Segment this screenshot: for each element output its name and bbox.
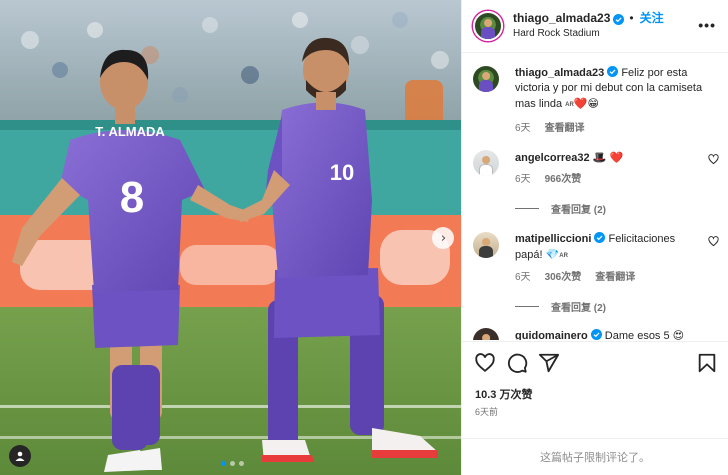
comment-age: 6天 xyxy=(515,272,531,283)
verified-badge-icon xyxy=(607,66,619,77)
caption-age: 6天 xyxy=(515,123,531,134)
jersey-number-left: 8 xyxy=(120,173,144,222)
avatar[interactable] xyxy=(473,232,499,258)
comment-icon[interactable] xyxy=(506,352,528,374)
carousel-next-button[interactable]: › xyxy=(432,227,454,249)
bookmark-icon[interactable] xyxy=(696,352,718,374)
carousel-indicator xyxy=(221,461,244,466)
comment-likes[interactable]: 966次赞 xyxy=(545,172,582,187)
share-icon[interactable] xyxy=(538,352,560,374)
carousel-dot xyxy=(221,461,226,466)
view-replies-link[interactable]: 查看回复 (2) xyxy=(515,201,723,216)
post-author-username[interactable]: thiago_almada23 xyxy=(513,12,610,26)
avatar[interactable] xyxy=(473,66,499,92)
verified-badge-icon xyxy=(613,13,625,25)
comment-emoji: 😍 xyxy=(672,329,685,340)
view-replies-link[interactable]: 查看回复 (2) xyxy=(515,299,723,314)
post-sidebar: thiago_almada23 • 关注 Hard Rock Stadium •… xyxy=(461,0,728,475)
comment-likes[interactable]: 306次赞 xyxy=(545,270,582,285)
comment-age: 6天 xyxy=(515,174,531,185)
heart-icon[interactable] xyxy=(708,236,719,247)
more-options-button[interactable]: ••• xyxy=(698,17,716,33)
carousel-dot xyxy=(239,461,244,466)
comment-text: Dame esos 5 xyxy=(604,330,670,340)
comment-emoji: 💎 xyxy=(545,248,560,261)
post-photo[interactable]: T. ALMADA 8 10 › xyxy=(0,0,461,475)
avatar[interactable] xyxy=(473,328,499,340)
like-count[interactable]: 10.3 万次赞 xyxy=(475,386,532,402)
carousel-dot xyxy=(230,461,235,466)
post-header: thiago_almada23 • 关注 Hard Rock Stadium •… xyxy=(462,0,728,53)
comment-item: angelcorrea32 🎩 ❤️ 6天 966次赞 查看回复 (2) xyxy=(473,150,723,216)
caption-emojis: ❤️😁 xyxy=(573,97,599,110)
tag-user-icon xyxy=(15,451,25,461)
see-translation-link[interactable]: 查看翻译 xyxy=(595,270,635,285)
post-caption: thiago_almada23 Feliz por esta victoria … xyxy=(473,66,723,136)
comment-item: guidomainero Dame esos 5 😍 xyxy=(473,328,723,340)
follow-button[interactable]: 关注 xyxy=(640,12,664,26)
comment-username[interactable]: angelcorrea32 xyxy=(515,152,590,164)
comment-username[interactable]: matipelliccioni xyxy=(515,233,591,245)
heart-icon[interactable] xyxy=(708,154,719,165)
avatar[interactable] xyxy=(473,11,503,41)
chevron-right-icon: › xyxy=(440,230,447,246)
comments-limited-notice: 这篇帖子限制评论了。 xyxy=(462,438,728,475)
comments-list: thiago_almada23 Feliz por esta victoria … xyxy=(462,54,728,340)
jersey-number-right: 10 xyxy=(330,160,354,185)
tag-user-button[interactable] xyxy=(9,445,31,467)
comment-username[interactable]: guidomainero xyxy=(515,330,588,340)
verified-badge-icon xyxy=(590,329,602,340)
comment-text: 🎩 ❤️ xyxy=(592,151,624,164)
flag-ar: AR xyxy=(565,102,574,108)
flag-ar: AR xyxy=(559,253,568,259)
verified-badge-icon xyxy=(594,232,606,243)
avatar[interactable] xyxy=(473,150,499,176)
post-location[interactable]: Hard Rock Stadium xyxy=(513,28,664,40)
comment-item: matipelliccioni Felicitaciones papá! 💎AR… xyxy=(473,232,723,314)
jersey-name: T. ALMADA xyxy=(95,124,165,139)
post-actions: 10.3 万次赞 6天前 xyxy=(462,341,728,419)
post-time: 6天前 xyxy=(475,407,499,417)
photo-illustration: T. ALMADA 8 10 xyxy=(0,0,461,475)
see-translation-link[interactable]: 查看翻译 xyxy=(545,121,585,136)
caption-username[interactable]: thiago_almada23 xyxy=(515,67,604,79)
heart-icon[interactable] xyxy=(474,352,496,374)
